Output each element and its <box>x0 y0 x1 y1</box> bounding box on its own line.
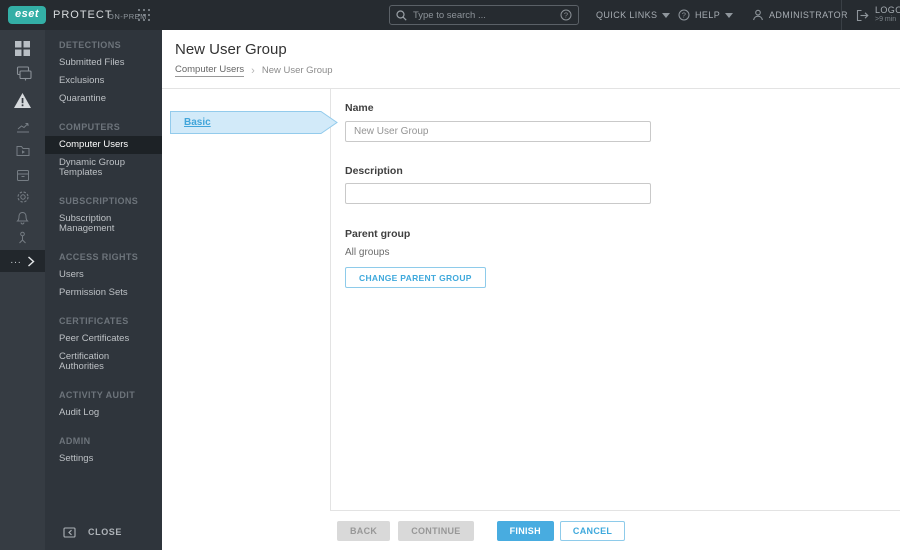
quick-links-menu[interactable]: QUICK LINKS <box>596 0 671 30</box>
sidebar-item-submitted-files[interactable]: Submitted Files <box>45 54 162 72</box>
close-panel-button[interactable]: CLOSE <box>45 520 162 544</box>
logout-timer: >9 min <box>875 16 897 23</box>
eset-protect-window: eset PROTECT ON-PREM ? QUICK LINKS ? <box>0 0 900 550</box>
section-header-computers: COMPUTERS <box>59 122 121 132</box>
sidebar-panel: DETECTIONS Submitted Files Exclusions Qu… <box>45 30 162 550</box>
sidebar-item-users[interactable]: Users <box>45 266 162 284</box>
tasks-icon[interactable] <box>0 145 45 157</box>
continue-button[interactable]: CONTINUE <box>398 521 474 541</box>
more-menu-button[interactable]: ... <box>0 250 45 272</box>
sidebar-item-subscription-management[interactable]: Subscription Management <box>45 210 162 238</box>
wizard-step-basic-label: Basic <box>184 117 211 128</box>
search-help-icon[interactable]: ? <box>560 9 572 21</box>
section-header-detections: DETECTIONS <box>59 40 122 50</box>
sidebar-item-exclusions[interactable]: Exclusions <box>45 72 162 90</box>
detections-icon[interactable] <box>0 92 45 109</box>
eset-logo: eset <box>8 6 46 24</box>
chevron-down-icon <box>662 12 671 18</box>
cancel-button[interactable]: CANCEL <box>559 521 626 541</box>
logout-button[interactable]: LOGOUT >9 min <box>856 0 900 30</box>
description-label: Description <box>345 165 403 177</box>
sidebar-item-dynamic-group-templates[interactable]: Dynamic Group Templates <box>45 154 162 182</box>
breadcrumb-chevron-icon: › <box>251 64 255 77</box>
name-field[interactable] <box>345 121 651 142</box>
user-menu[interactable]: ADMINISTRATOR <box>752 0 848 30</box>
finish-button[interactable]: FINISH <box>496 521 554 541</box>
section-header-access-rights: ACCESS RIGHTS <box>59 252 139 262</box>
sidebar-item-certification-authorities[interactable]: Certification Authorities <box>45 348 162 376</box>
search-icon <box>396 9 407 21</box>
ellipsis-icon: ... <box>10 255 22 266</box>
help-label: HELP <box>695 10 721 20</box>
parent-group-value: All groups <box>345 247 390 258</box>
change-parent-group-button[interactable]: CHANGE PARENT GROUP <box>345 267 486 288</box>
search-box[interactable]: ? <box>389 5 579 25</box>
collapse-icon <box>63 526 76 538</box>
sidebar-item-audit-log[interactable]: Audit Log <box>45 404 162 422</box>
product-name: PROTECT <box>53 9 113 21</box>
apps-grid-icon[interactable] <box>138 9 151 22</box>
quick-links-label: QUICK LINKS <box>596 10 658 20</box>
topbar: eset PROTECT ON-PREM ? QUICK LINKS ? <box>0 0 900 30</box>
section-header-activity-audit: ACTIVITY AUDIT <box>59 390 136 400</box>
wizard-divider <box>330 89 331 510</box>
sidebar-item-permission-sets[interactable]: Permission Sets <box>45 284 162 302</box>
parent-group-label: Parent group <box>345 228 411 240</box>
topbar-divider <box>841 0 842 30</box>
chevron-right-icon <box>27 255 35 267</box>
description-field[interactable] <box>345 183 651 204</box>
page-title: New User Group <box>175 41 287 58</box>
policies-icon[interactable] <box>0 190 45 204</box>
user-icon <box>753 9 763 21</box>
user-label: ADMINISTRATOR <box>769 10 848 20</box>
footer-divider <box>330 510 900 511</box>
main-content: New User Group Computer Users › New User… <box>162 30 900 550</box>
close-label: CLOSE <box>88 527 123 537</box>
sidebar-item-quarantine[interactable]: Quarantine <box>45 90 162 108</box>
svg-text:?: ? <box>682 11 687 20</box>
dashboard-icon[interactable] <box>0 40 45 57</box>
sidebar-item-peer-certificates[interactable]: Peer Certificates <box>45 330 162 348</box>
chevron-down-icon <box>725 12 734 18</box>
breadcrumb-current: New User Group <box>261 65 333 76</box>
logout-label: LOGOUT <box>875 5 900 15</box>
wizard-step-basic[interactable]: Basic <box>170 111 338 134</box>
search-input[interactable] <box>413 9 560 21</box>
status-overview-icon[interactable] <box>0 231 45 245</box>
section-header-subscriptions: SUBSCRIPTIONS <box>59 196 139 206</box>
section-header-admin: ADMIN <box>59 436 91 446</box>
computers-icon[interactable] <box>0 66 45 82</box>
back-button[interactable]: BACK <box>337 521 391 541</box>
notifications-icon[interactable] <box>0 211 45 225</box>
icon-rail: ... <box>0 30 45 550</box>
installers-icon[interactable] <box>0 169 45 182</box>
logout-icon <box>856 9 869 21</box>
help-circle-icon: ? <box>678 9 690 21</box>
name-label: Name <box>345 102 374 114</box>
breadcrumb-parent-link[interactable]: Computer Users <box>175 64 245 77</box>
sidebar-item-settings[interactable]: Settings <box>45 450 162 468</box>
sidebar-item-computer-users[interactable]: Computer Users <box>45 136 162 154</box>
wizard-footer: BACK CONTINUE FINISH CANCEL <box>337 521 626 541</box>
header-divider <box>162 88 900 89</box>
reports-icon[interactable] <box>0 121 45 133</box>
section-header-certificates: CERTIFICATES <box>59 316 129 326</box>
svg-text:?: ? <box>564 11 568 20</box>
breadcrumb: Computer Users › New User Group <box>175 64 333 77</box>
help-menu[interactable]: ? HELP <box>678 0 734 30</box>
